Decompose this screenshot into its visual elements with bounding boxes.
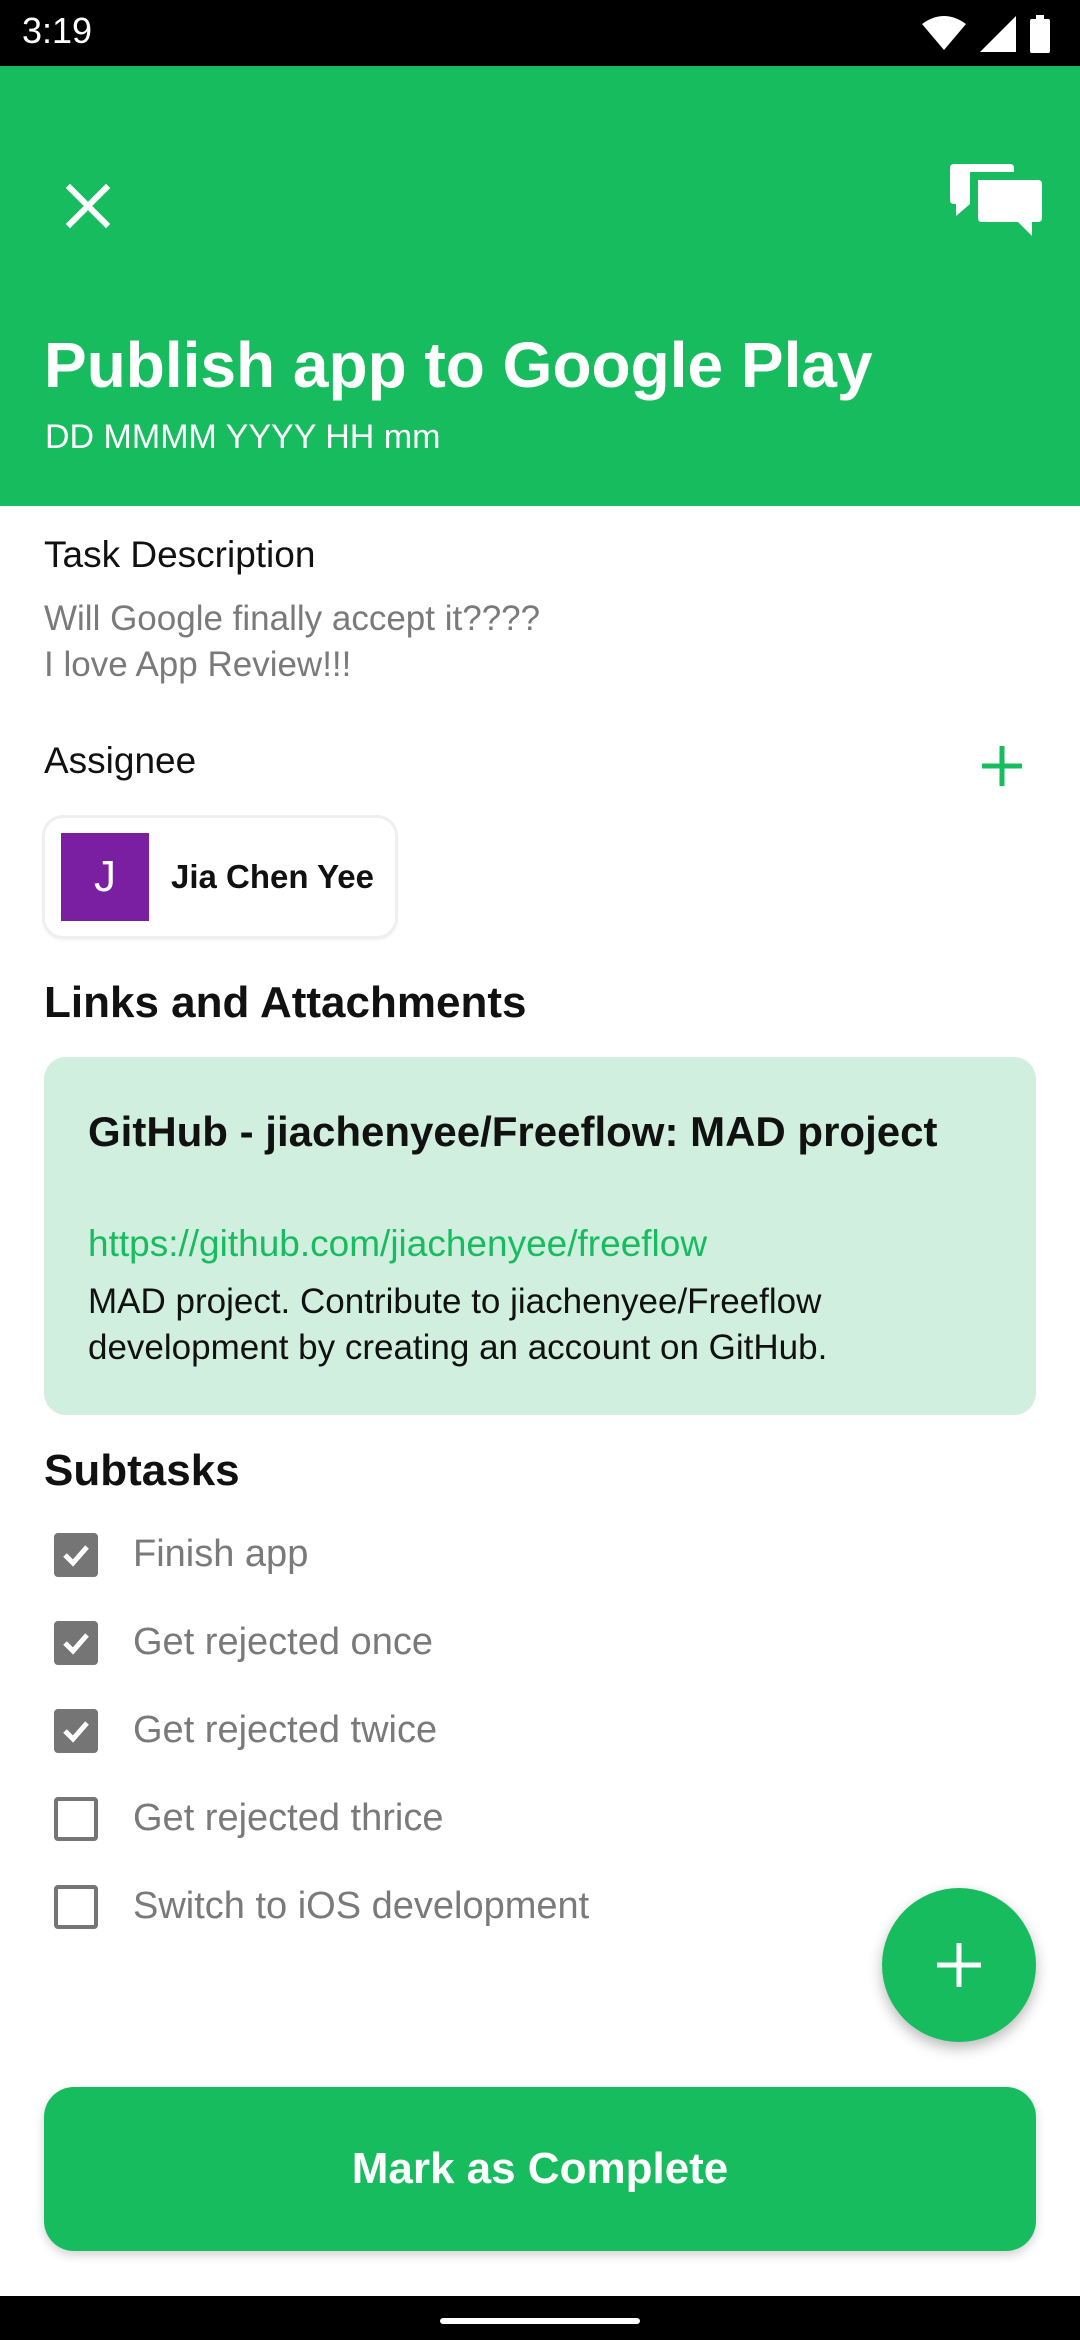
signal-icon <box>980 16 1016 52</box>
close-icon <box>65 183 111 229</box>
task-description: Will Google finally accept it???? I love… <box>44 596 540 688</box>
wifi-icon <box>922 16 966 50</box>
status-time: 3:19 <box>22 10 93 51</box>
subtask-label: Get rejected twice <box>133 1709 438 1751</box>
assignee-chip[interactable]: J Jia Chen Yee <box>45 818 395 936</box>
link-url[interactable]: https://github.com/jiachenyee/freeflow <box>88 1223 707 1265</box>
subtask-item: Get rejected once <box>50 1615 750 1675</box>
status-icons <box>922 14 1050 54</box>
subtask-label: Switch to iOS development <box>133 1885 590 1927</box>
subtasks-heading: Subtasks <box>44 1446 240 1495</box>
subtask-checkbox[interactable] <box>54 1533 98 1577</box>
subtask-item: Get rejected thrice <box>50 1791 750 1851</box>
link-description: MAD project. Contribute to jiachenyee/Fr… <box>88 1282 828 1367</box>
avatar: J <box>61 833 149 921</box>
subtask-checkbox[interactable] <box>54 1709 98 1753</box>
subtask-item: Get rejected twice <box>50 1703 750 1763</box>
subtask-label: Finish app <box>133 1533 309 1575</box>
subtask-checkbox[interactable] <box>54 1885 98 1929</box>
subtask-label: Get rejected thrice <box>133 1797 444 1839</box>
chat-button[interactable] <box>948 158 1044 242</box>
home-indicator[interactable] <box>440 2318 640 2324</box>
task-date: DD MMMM YYYY HH mm <box>45 418 441 456</box>
add-assignee-button[interactable] <box>976 740 1028 792</box>
link-title: GitHub - jiachenyee/Freeflow: MAD projec… <box>88 1108 938 1155</box>
subtask-checkbox[interactable] <box>54 1621 98 1665</box>
add-subtask-fab[interactable] <box>882 1888 1036 2042</box>
subtask-label: Get rejected once <box>133 1621 433 1663</box>
description-line: Will Google finally accept it???? <box>44 599 541 638</box>
checkmark-icon <box>63 1721 89 1743</box>
assignee-label: Assignee <box>44 740 197 781</box>
link-card[interactable]: GitHub - jiachenyee/Freeflow: MAD projec… <box>44 1057 1036 1415</box>
status-bar: 3:19 <box>0 0 1080 66</box>
checkmark-icon <box>63 1633 89 1655</box>
subtask-item: Finish app <box>50 1527 750 1587</box>
mark-complete-button[interactable]: Mark as Complete <box>44 2087 1036 2251</box>
plus-icon <box>982 746 1022 786</box>
close-button[interactable] <box>56 174 120 238</box>
task-title: Publish app to Google Play <box>44 329 873 401</box>
description-line: I love App Review!!! <box>44 645 352 684</box>
battery-icon <box>1030 15 1050 53</box>
plus-icon <box>937 1943 981 1987</box>
subtask-checkbox[interactable] <box>54 1797 98 1841</box>
assignee-name: Jia Chen Yee <box>171 858 375 895</box>
checkmark-icon <box>63 1545 89 1567</box>
links-heading: Links and Attachments <box>44 978 527 1027</box>
description-label: Task Description <box>44 534 316 575</box>
subtask-item: Switch to iOS development <box>50 1879 750 1939</box>
task-header: Publish app to Google Play DD MMMM YYYY … <box>0 66 1080 506</box>
chat-icon <box>950 164 1042 236</box>
